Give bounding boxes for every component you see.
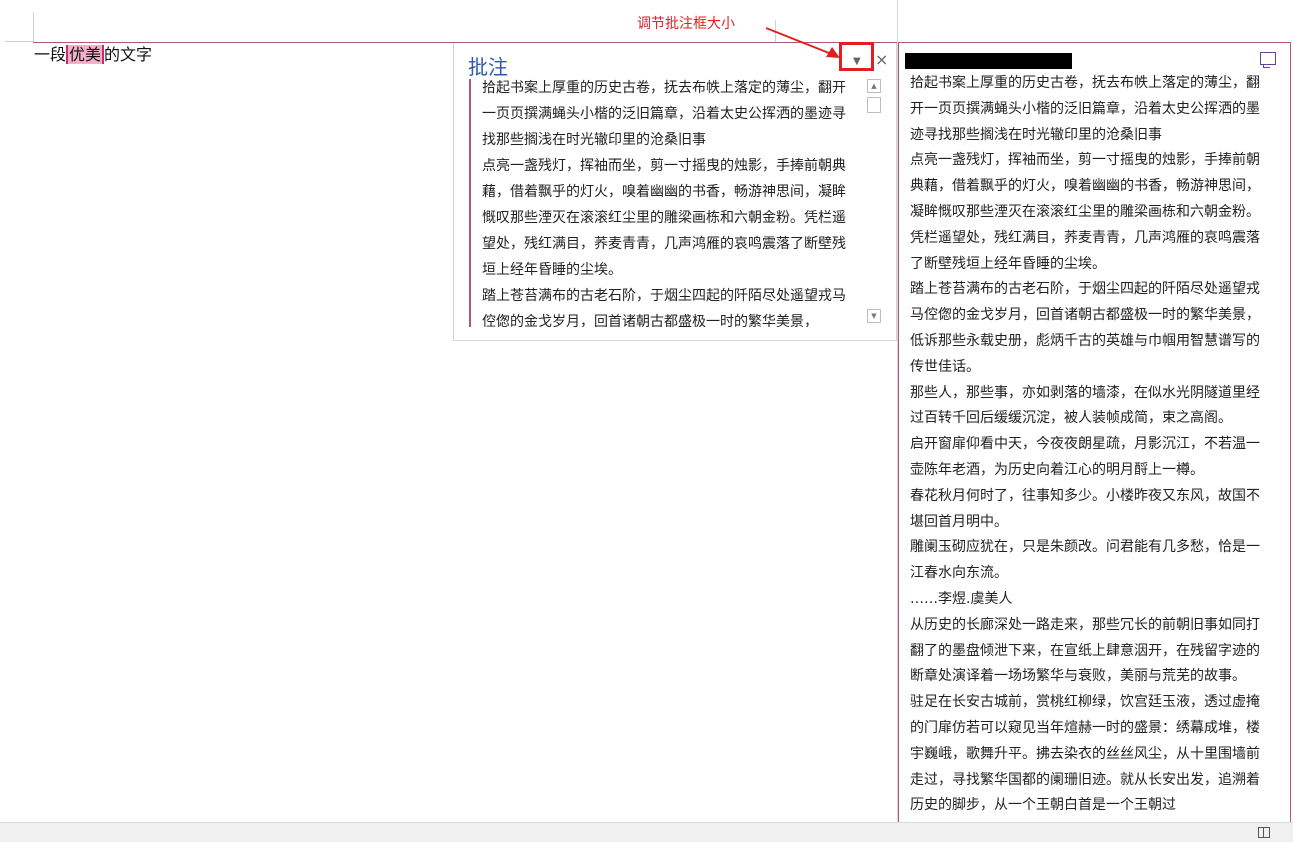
vertical-scrollbar[interactable]: ▲ ▼ <box>867 79 883 325</box>
comment-paragraph: 春花秋月何时了，往事知多少。小楼昨夜又东风，故国不堪回首月明中。 <box>910 487 1260 530</box>
status-bar <box>0 822 1293 842</box>
comment-paragraph: 那些人，那些事，亦如剥落的墙漆，在似水光阴隧道里经过百转千回后缓缓沉淀，被人装帧… <box>910 384 1260 427</box>
comment-paragraph: 驻足在长安古城前，赏桃红柳绿，饮宫廷玉液，透过虚掩的门扉仿若可以窥见当年煊赫一时… <box>910 694 1260 814</box>
comment-pane-body[interactable]: 拾起书案上厚重的历史古卷，抚去布帙上落定的薄尘，翻开一页页撰满蝇头小楷的泛旧篇章… <box>482 75 856 327</box>
crop-mark-vertical <box>33 12 34 42</box>
scroll-up-icon[interactable]: ▲ <box>867 79 881 93</box>
annotation-highlight-box <box>839 42 874 71</box>
commented-text-highlight[interactable]: 优美 <box>66 45 105 64</box>
comment-paragraph: 踏上苍苔满布的古老石阶，于烟尘四起的阡陌尽处遥望戎马倥偬的金戈岁月，回首诸朝古都… <box>482 288 846 327</box>
doc-text-before: 一段 <box>34 45 67 64</box>
comment-paragraph: 从历史的长廊深处一路走来，那些冗长的前朝旧事如同打翻了的墨盘倾泄下来，在宣纸上肆… <box>910 616 1260 685</box>
comment-indicator-bar <box>469 79 471 327</box>
annotation-label: 调节批注框大小 <box>637 16 735 32</box>
comment-card-body[interactable]: 拾起书案上厚重的历史古卷，抚去布帙上落定的薄尘，翻开一页页撰满蝇头小楷的泛旧篇章… <box>910 71 1272 822</box>
comment-paragraph: 雕阑玉砌应犹在，只是朱颜改。问君能有几多愁，恰是一江春水向东流。 <box>910 539 1260 582</box>
comment-paragraph: 拾起书案上厚重的历史古卷，抚去布帙上落定的薄尘，翻开一页页撰满蝇头小楷的泛旧篇章… <box>910 75 1260 143</box>
scroll-down-icon[interactable]: ▼ <box>867 309 881 323</box>
comment-paragraph: ……李煜.虞美人 <box>910 590 1013 607</box>
comment-author-redacted <box>905 53 1072 69</box>
scrollbar-thumb[interactable] <box>867 97 881 113</box>
doc-text-after: 的文字 <box>104 45 153 64</box>
comment-paragraph: 点亮一盏残灯，挥袖而坐，剪一寸摇曳的烛影，手捧前朝典藉，借着飘乎的灯火，嗅着幽幽… <box>910 152 1260 272</box>
comment-paragraph: 踏上苍苔满布的古老石阶，于烟尘四起的阡陌尽处遥望戎马倥偬的金戈岁月，回首诸朝古都… <box>910 281 1260 375</box>
annotation-arrow-icon <box>765 27 840 58</box>
reply-icon[interactable] <box>1260 52 1276 68</box>
comment-paragraph: 拾起书案上厚重的历史古卷，抚去布帙上落定的薄尘，翻开一页页撰满蝇头小楷的泛旧篇章… <box>482 80 846 148</box>
crop-mark-horizontal <box>5 41 33 42</box>
comment-popup-pane[interactable]: 批注 ▼ × 拾起书案上厚重的历史古卷，抚去布帙上落定的薄尘，翻开一页页撰满蝇头… <box>453 43 897 341</box>
close-icon[interactable]: × <box>875 50 888 69</box>
comments-side-panel[interactable]: 拾起书案上厚重的历史古卷，抚去布帙上落定的薄尘，翻开一页页撰满蝇头小楷的泛旧篇章… <box>898 0 1293 822</box>
document-text[interactable]: 一段 优美 的文字 <box>34 44 152 66</box>
comment-paragraph: 点亮一盏残灯，挥袖而坐，剪一寸摇曳的烛影，手捧前朝典藉，借着飘乎的灯火，嗅着幽幽… <box>482 158 846 278</box>
comment-paragraph: 启开窗扉仰看中天，今夜夜朗星疏，月影沉江，不若温一壶陈年老酒，为历史向着江心的明… <box>910 436 1260 478</box>
read-mode-icon[interactable] <box>1258 827 1270 838</box>
